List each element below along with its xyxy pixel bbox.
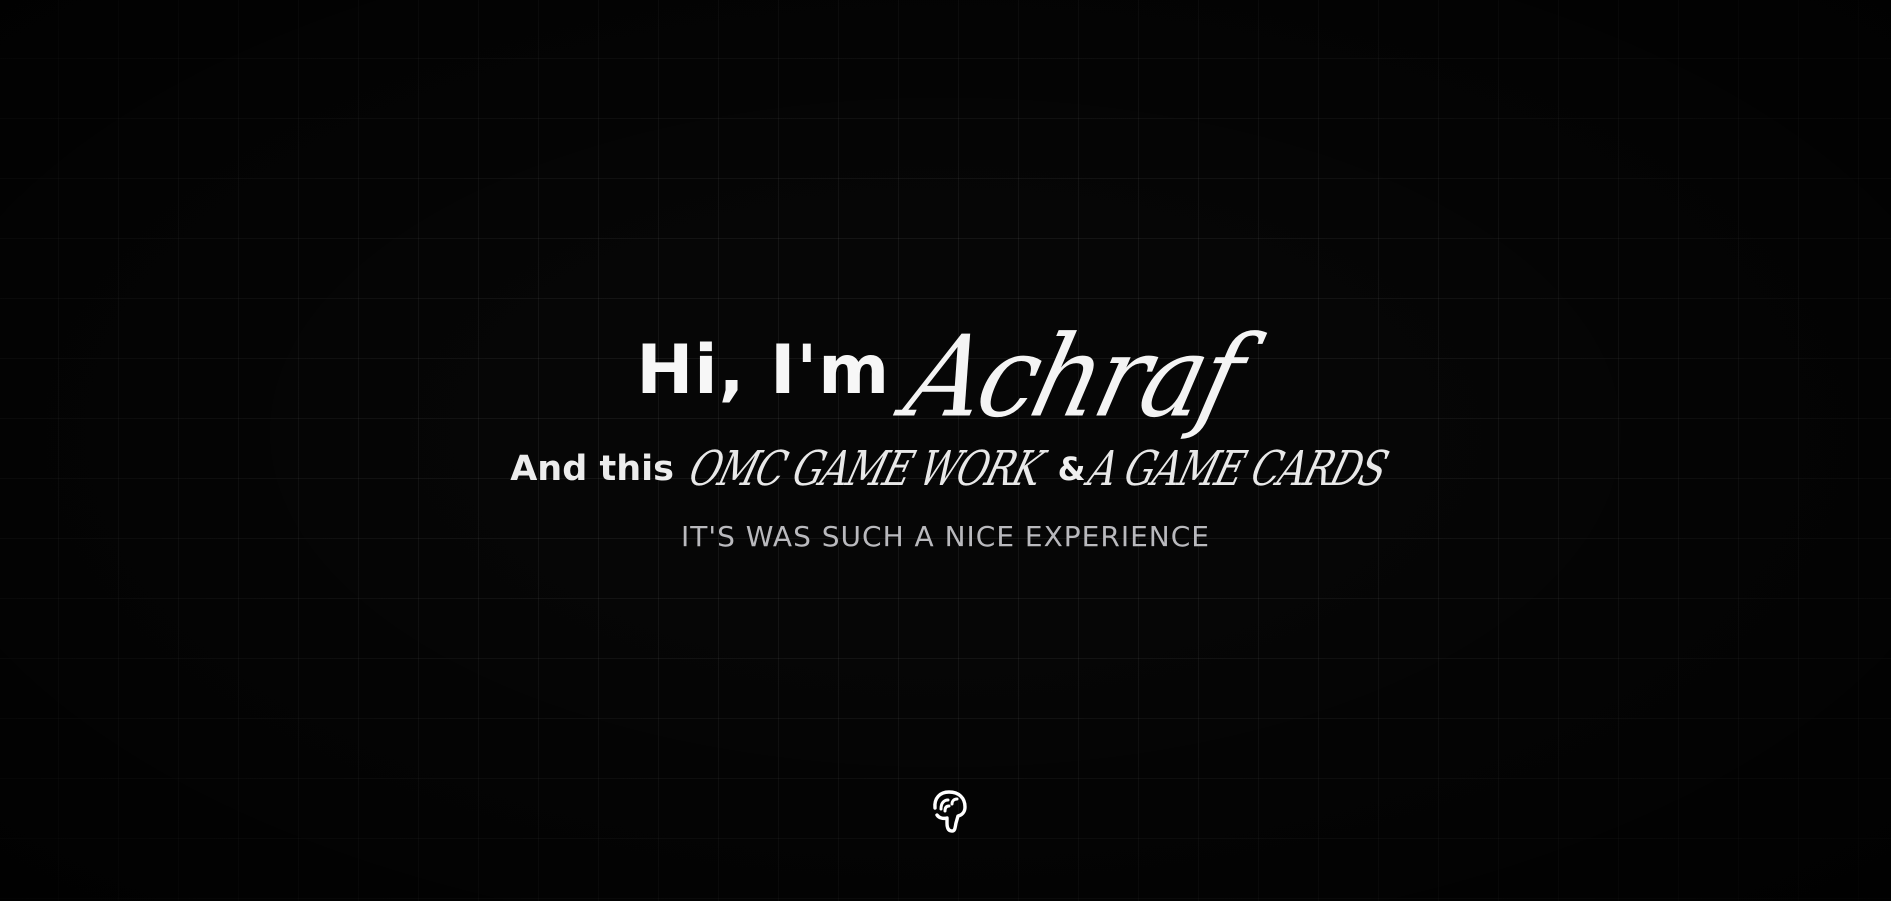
pointing-down-hand-icon (933, 790, 967, 833)
name-signature: Achraf (894, 310, 1254, 443)
greeting-text: Hi, I'm (636, 330, 891, 410)
project-a-game-cards: A GAME CARDS (1082, 441, 1394, 497)
project-omc-game-work: OMC GAME WORK (683, 441, 1049, 497)
scroll-down-button[interactable] (927, 787, 971, 837)
intro-text: And this (510, 449, 674, 489)
tagline-text: IT'S WAS SUCH A NICE EXPERIENCE (681, 520, 1210, 553)
hero-heading: Hi, I'm Achraf (0, 310, 1883, 443)
hero-section: Hi, I'm Achraf And this OMC GAME WORK & … (0, 310, 1891, 553)
hero-page: Hi, I'm Achraf And this OMC GAME WORK & … (0, 0, 1891, 901)
ampersand: & (1057, 450, 1086, 488)
project-line: And this OMC GAME WORK & A GAME CARDS (0, 434, 1891, 504)
